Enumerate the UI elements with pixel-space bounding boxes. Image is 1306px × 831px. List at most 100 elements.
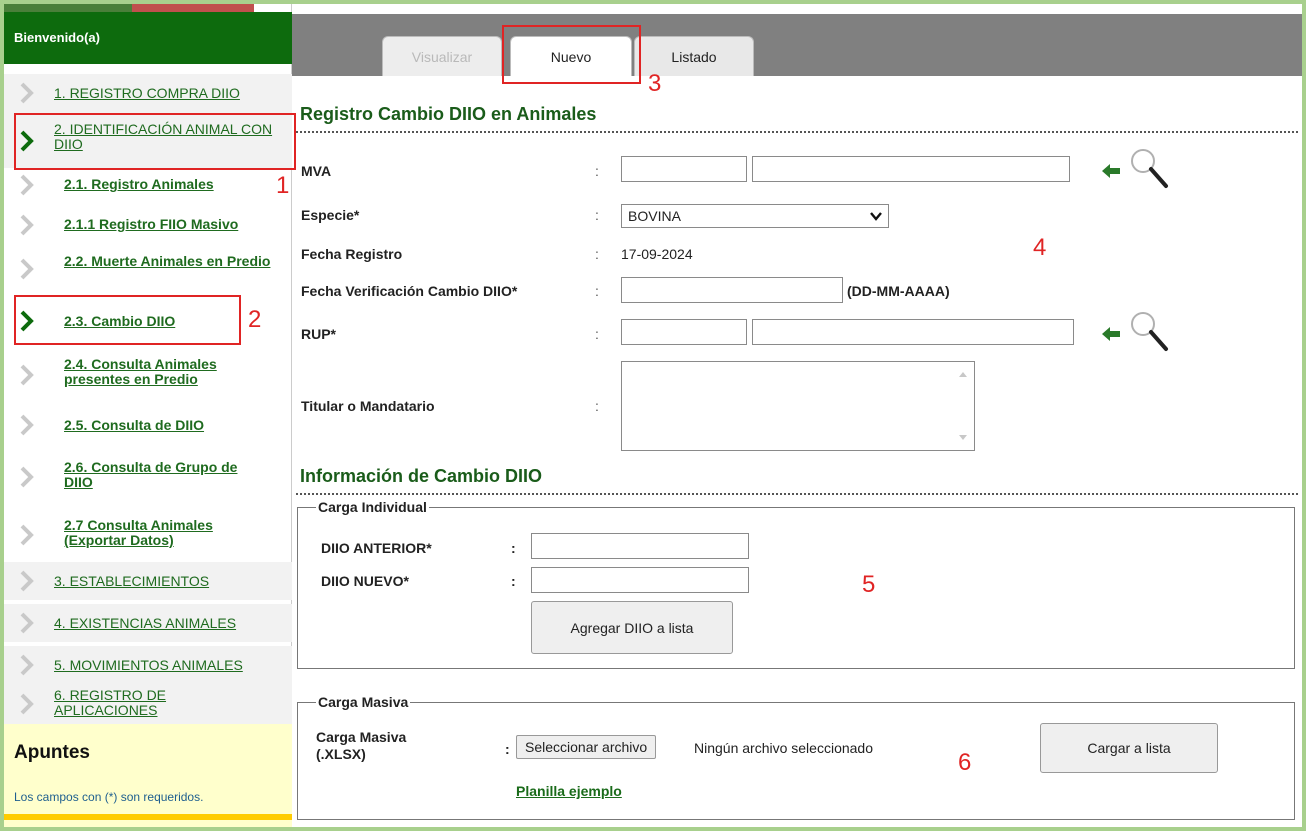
chevron-right-icon (20, 693, 34, 715)
fecha-registro-label: Fecha Registro (301, 246, 403, 262)
arrow-left-icon[interactable] (1100, 325, 1122, 343)
sidebar-item-label[interactable]: 2.1.1 Registro FIIO Masivo (64, 217, 238, 232)
sidebar-item-label[interactable]: 5. MOVIMIENTOS ANIMALES (54, 658, 243, 673)
sidebar-item-label[interactable]: 6. REGISTRO DE APLICACIONES (54, 688, 234, 718)
date-format-hint: (DD-MM-AAAA) (847, 283, 950, 299)
annotation-box-2 (14, 295, 241, 345)
sidebar-item-registro-animales[interactable]: 2.1. Registro Animales (4, 168, 292, 206)
colon: : (595, 398, 599, 414)
annotation-number-2: 2 (248, 306, 262, 333)
tab-visualizar[interactable]: Visualizar (382, 36, 502, 76)
chevron-right-icon (20, 414, 34, 436)
sidebar-item-label[interactable]: 4. EXISTENCIAS ANIMALES (54, 616, 236, 631)
titular-label: Titular o Mandatario (301, 398, 435, 414)
rup-code-input[interactable] (621, 319, 747, 345)
sidebar-item-consulta-diio[interactable]: 2.5. Consulta de DIIO (4, 404, 292, 448)
sidebar-item-label[interactable]: 2.1. Registro Animales (64, 177, 214, 192)
sidebar-item-label[interactable]: 1. REGISTRO COMPRA DIIO (54, 86, 240, 101)
carga-individual-fieldset: Carga Individual (297, 499, 1295, 669)
titular-textarea[interactable] (621, 361, 975, 451)
chevron-down-icon (870, 212, 882, 221)
annotation-box-3 (502, 25, 641, 84)
sidebar-item-consulta-presentes[interactable]: 2.4. Consulta Animales presentes en Pred… (4, 350, 292, 402)
fecha-verificacion-input[interactable] (621, 277, 843, 303)
apuntes-bar (4, 814, 292, 820)
sidebar-item-registro-fiio-masivo[interactable]: 2.1.1 Registro FIIO Masivo (4, 206, 292, 244)
annotation-box-1 (14, 113, 296, 170)
search-icon[interactable] (1128, 146, 1172, 192)
apuntes-panel: Apuntes Los campos con (*) son requerido… (4, 724, 292, 827)
sidebar-item-label[interactable]: 2.2. Muerte Animales en Predio (64, 254, 274, 269)
diio-anterior-label: DIIO ANTERIOR* (321, 540, 432, 556)
sidebar-item-existencias[interactable]: 4. EXISTENCIAS ANIMALES (4, 604, 292, 642)
chevron-right-icon (20, 82, 34, 104)
carga-masiva-ext-label: (.XLSX) (316, 746, 366, 762)
colon: : (511, 573, 516, 589)
carga-masiva-label: Carga Masiva (316, 729, 407, 745)
sidebar-item-muerte-animales[interactable]: 2.2. Muerte Animales en Predio (4, 244, 292, 296)
fecha-registro-value: 17-09-2024 (621, 246, 693, 262)
especie-select[interactable]: BOVINA (621, 204, 889, 228)
especie-value: BOVINA (628, 208, 681, 224)
scroll-up-icon[interactable] (958, 370, 968, 378)
colon: : (511, 540, 516, 556)
chevron-right-icon (20, 654, 34, 676)
sidebar-item-establecimientos[interactable]: 3. ESTABLECIMIENTOS (4, 562, 292, 600)
especie-label: Especie* (301, 207, 360, 223)
sidebar-item-label[interactable]: 2.6. Consulta de Grupo de DIIO (64, 460, 264, 490)
welcome-banner: Bienvenido(a) (4, 12, 292, 64)
top-stripe (4, 4, 254, 12)
divider (296, 131, 1298, 133)
page-title: Registro Cambio DIIO en Animales (300, 104, 597, 124)
arrow-left-icon[interactable] (1100, 162, 1122, 180)
colon: : (595, 326, 599, 342)
colon: : (595, 283, 599, 299)
colon: : (595, 163, 599, 179)
annotation-number-3: 3 (648, 70, 662, 97)
chevron-right-icon (20, 466, 34, 488)
sidebar-item-registro-compra[interactable]: 1. REGISTRO COMPRA DIIO (4, 74, 292, 112)
agregar-diio-button[interactable]: Agregar DIIO a lista (531, 601, 733, 654)
sidebar-item-aplicaciones[interactable]: 6. REGISTRO DE APLICACIONES (4, 684, 292, 724)
scroll-down-icon[interactable] (958, 434, 968, 442)
divider (296, 493, 1298, 495)
colon: : (595, 246, 599, 262)
apuntes-note: Los campos con (*) son requeridos. (14, 790, 204, 804)
diio-nuevo-label: DIIO NUEVO* (321, 573, 409, 589)
sidebar-item-movimientos[interactable]: 5. MOVIMIENTOS ANIMALES (4, 646, 292, 684)
sidebar-item-consulta-grupo[interactable]: 2.6. Consulta de Grupo de DIIO (4, 452, 292, 504)
section-title: Información de Cambio DIIO (300, 466, 543, 486)
chevron-right-icon (20, 174, 34, 196)
diio-nuevo-input[interactable] (531, 567, 749, 593)
mva-name-input[interactable] (752, 156, 1070, 182)
annotation-number-4: 4 (1033, 234, 1047, 261)
select-file-button[interactable]: Seleccionar archivo (516, 735, 657, 759)
planilla-ejemplo-link[interactable]: Planilla ejemplo (516, 783, 622, 799)
annotation-number-1: 1 (276, 172, 290, 199)
diio-anterior-input[interactable] (531, 533, 749, 559)
fecha-verificacion-label: Fecha Verificación Cambio DIIO* (301, 283, 518, 299)
mva-code-input[interactable] (621, 156, 747, 182)
chevron-right-icon (20, 258, 34, 280)
chevron-right-icon (20, 524, 34, 546)
mva-label: MVA (301, 163, 332, 179)
apuntes-title: Apuntes (14, 742, 90, 763)
sidebar-item-consulta-exportar[interactable]: 2.7 Consulta Animales (Exportar Datos) (4, 510, 292, 562)
sidebar-item-label[interactable]: 3. ESTABLECIMIENTOS (54, 574, 209, 589)
cargar-lista-button[interactable]: Cargar a lista (1040, 723, 1218, 773)
sidebar-item-label[interactable]: 2.7 Consulta Animales (Exportar Datos) (64, 518, 264, 548)
annotation-number-6: 6 (958, 749, 972, 776)
sidebar-item-label[interactable]: 2.4. Consulta Animales presentes en Pred… (64, 357, 274, 387)
chevron-right-icon (20, 570, 34, 592)
carga-masiva-legend: Carga Masiva (318, 694, 409, 710)
annotation-number-5: 5 (862, 571, 876, 598)
sidebar-item-label[interactable]: 2.5. Consulta de DIIO (64, 418, 204, 433)
colon: : (595, 207, 599, 223)
colon: : (505, 741, 510, 757)
rup-name-input[interactable] (752, 319, 1074, 345)
chevron-right-icon (20, 612, 34, 634)
chevron-right-icon (20, 214, 34, 236)
carga-individual-legend: Carga Individual (318, 499, 427, 515)
search-icon[interactable] (1128, 309, 1172, 355)
chevron-right-icon (20, 364, 34, 386)
